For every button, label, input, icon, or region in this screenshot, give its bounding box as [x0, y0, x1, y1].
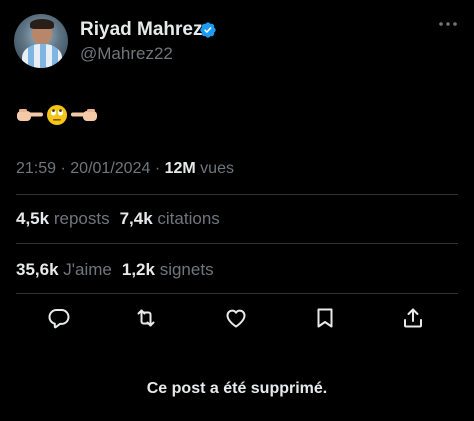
- avatar-shirt: [22, 44, 62, 68]
- meta-separator: ·: [60, 160, 66, 177]
- reposts-label: reposts: [53, 209, 110, 228]
- bookmarks-stat[interactable]: 1,2k signets: [122, 260, 214, 279]
- like-icon[interactable]: [224, 306, 248, 330]
- likes-count: 35,6k: [16, 260, 59, 279]
- views-count: 12M: [164, 160, 196, 177]
- share-icon[interactable]: [401, 306, 425, 330]
- likes-label: J'aime: [63, 260, 112, 279]
- deleted-post-notice: Ce post a été supprimé.: [146, 380, 328, 397]
- avatar-hair: [30, 19, 54, 29]
- action-bar: [0, 306, 474, 332]
- divider: [16, 243, 458, 244]
- reposts-stat[interactable]: 4,5k reposts: [16, 209, 110, 228]
- more-options-icon[interactable]: [438, 20, 458, 28]
- post-meta: 21:59 · 20/01/2024 · 12M vues: [16, 160, 234, 178]
- avatar[interactable]: [14, 14, 68, 68]
- meta-separator: ·: [154, 160, 161, 177]
- repost-icon[interactable]: [134, 306, 158, 330]
- likes-stat[interactable]: 35,6k J'aime: [16, 260, 112, 279]
- pointing-right-emoji-icon: [17, 109, 43, 121]
- citations-count: 7,4k: [119, 209, 153, 228]
- divider: [16, 194, 458, 195]
- post-content: [16, 104, 98, 126]
- citations-label: citations: [157, 209, 220, 228]
- bookmark-icon[interactable]: [313, 306, 337, 330]
- divider: [16, 293, 458, 294]
- bookmarks-count: 1,2k: [121, 260, 155, 279]
- verified-badge-icon: [200, 22, 216, 38]
- stats-row-reposts: 4,5k reposts 7,4k citations: [16, 209, 220, 229]
- post-time[interactable]: 21:59: [16, 160, 56, 177]
- post-date[interactable]: 20/01/2024: [70, 160, 150, 177]
- bookmarks-label: signets: [159, 260, 214, 279]
- views-label: vues: [200, 160, 234, 177]
- author-handle[interactable]: @Mahrez22: [80, 44, 173, 64]
- author-name[interactable]: Riyad Mahrez: [80, 19, 202, 41]
- reposts-count: 4,5k: [16, 209, 50, 228]
- pointing-left-emoji-icon: [71, 109, 97, 121]
- eye-roll-emoji-icon: [47, 105, 67, 125]
- citations-stat[interactable]: 7,4k citations: [120, 209, 220, 228]
- reply-icon[interactable]: [47, 306, 71, 330]
- stats-row-likes: 35,6k J'aime 1,2k signets: [16, 260, 214, 280]
